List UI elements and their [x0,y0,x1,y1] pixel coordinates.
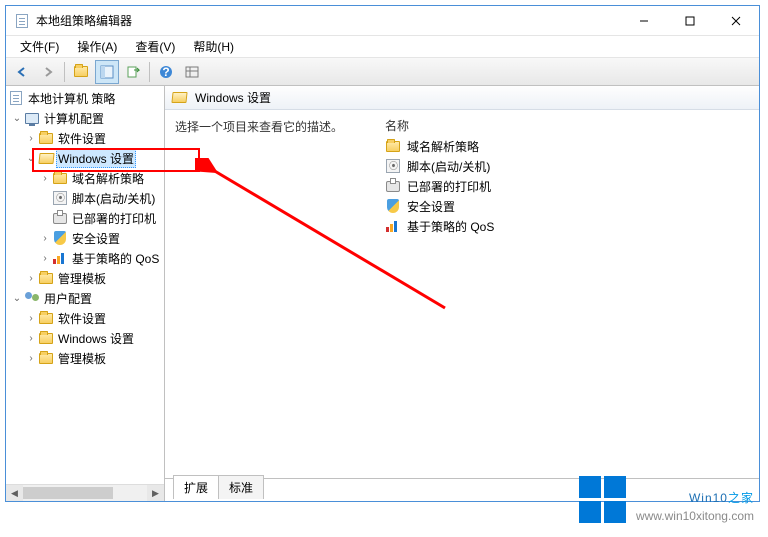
horizontal-scrollbar[interactable]: ◀ ▶ [6,484,164,501]
back-button[interactable] [10,60,34,84]
bars-icon [385,218,401,234]
scroll-track[interactable] [23,485,147,501]
window-title: 本地组策略编辑器 [36,12,621,29]
app-icon [14,13,30,29]
description-text: 选择一个项目来查看它的描述。 [175,120,343,134]
shield-icon [385,198,401,214]
content-header: Windows 设置 [165,86,759,110]
tree-root[interactable]: 本地计算机 策略 [6,88,164,108]
folder-open-icon [171,90,187,106]
tree-software-settings[interactable]: › 软件设置 [6,128,164,148]
computer-icon [24,110,40,126]
printer-icon [52,210,68,226]
policy-icon [8,90,24,106]
tree-computer-config[interactable]: ⌄ 计算机配置 [6,108,164,128]
tree-windows-settings[interactable]: ⌄ Windows 设置 [6,148,164,168]
export-button[interactable] [121,60,145,84]
expand-icon[interactable]: › [24,313,38,324]
close-button[interactable] [713,6,759,36]
watermark: Win10之家 www.win10xitong.com [579,476,754,523]
body-area: 本地计算机 策略 ⌄ 计算机配置 › 软件设置 ⌄ Windows 设置 [6,86,759,501]
content-body: 选择一个项目来查看它的描述。 名称 域名解析策略 脚本(启动/关机) [165,110,759,478]
menu-help[interactable]: 帮助(H) [185,36,242,57]
folder-icon [38,270,54,286]
tree-scripts[interactable]: 脚本(启动/关机) [6,188,164,208]
scroll-thumb[interactable] [23,487,113,499]
content-title: Windows 设置 [195,89,271,106]
toolbar: ? [6,58,759,86]
script-icon [385,158,401,174]
tree-software-settings-user[interactable]: › 软件设置 [6,308,164,328]
scroll-left-button[interactable]: ◀ [6,485,23,501]
tree-user-config[interactable]: ⌄ 用户配置 [6,288,164,308]
scroll-right-button[interactable]: ▶ [147,485,164,501]
folder-icon [38,330,54,346]
expand-icon[interactable]: › [24,353,38,364]
printer-icon [385,178,401,194]
menu-view[interactable]: 查看(V) [127,36,183,57]
up-level-button[interactable] [69,60,93,84]
tree-admin-templates-user[interactable]: › 管理模板 [6,348,164,368]
expand-icon[interactable]: › [24,273,38,284]
bars-icon [52,250,68,266]
tree-pane: 本地计算机 策略 ⌄ 计算机配置 › 软件设置 ⌄ Windows 设置 [6,86,165,501]
watermark-url: www.win10xitong.com [636,509,754,523]
maximize-button[interactable] [667,6,713,36]
expand-icon[interactable]: › [38,233,52,244]
collapse-icon[interactable]: ⌄ [10,293,24,304]
list-item[interactable]: 脚本(启动/关机) [375,156,759,176]
tree-qos[interactable]: › 基于策略的 QoS [6,248,164,268]
list-item[interactable]: 域名解析策略 [375,136,759,156]
expand-icon[interactable]: › [38,253,52,264]
column-header-name[interactable]: 名称 [375,114,759,136]
folder-icon [52,170,68,186]
list-column: 名称 域名解析策略 脚本(启动/关机) 已部署的打印机 [375,110,759,478]
tree-scroll[interactable]: 本地计算机 策略 ⌄ 计算机配置 › 软件设置 ⌄ Windows 设置 [6,86,164,484]
folder-open-icon [38,150,54,166]
expand-icon[interactable]: ⌄ [10,113,24,124]
content-pane: Windows 设置 选择一个项目来查看它的描述。 名称 域名解析策略 [165,86,759,501]
tree-security[interactable]: › 安全设置 [6,228,164,248]
shield-icon [52,230,68,246]
help-button[interactable]: ? [154,60,178,84]
filter-button[interactable] [180,60,204,84]
collapse-icon[interactable]: ⌄ [24,153,38,164]
menubar: 文件(F) 操作(A) 查看(V) 帮助(H) [6,36,759,58]
svg-text:?: ? [162,65,169,79]
expand-icon[interactable]: › [24,333,38,344]
toolbar-separator [64,62,65,82]
titlebar: 本地组策略编辑器 [6,6,759,36]
window-buttons [621,6,759,36]
tab-extended[interactable]: 扩展 [173,475,219,499]
tree-printers[interactable]: 已部署的打印机 [6,208,164,228]
description-column: 选择一个项目来查看它的描述。 [165,110,375,478]
folder-icon [38,350,54,366]
tree-admin-templates[interactable]: › 管理模板 [6,268,164,288]
menu-file[interactable]: 文件(F) [12,36,67,57]
folder-icon [38,310,54,326]
content-tabs: 扩展 标准 [173,475,264,499]
users-icon [24,290,40,306]
list-item[interactable]: 已部署的打印机 [375,176,759,196]
show-tree-button[interactable] [95,60,119,84]
folder-icon [385,138,401,154]
expand-icon[interactable]: › [24,133,38,144]
forward-button[interactable] [36,60,60,84]
menu-action[interactable]: 操作(A) [69,36,125,57]
watermark-brand: Win10之家 [636,477,754,509]
minimize-button[interactable] [621,6,667,36]
list-item[interactable]: 基于策略的 QoS [375,216,759,236]
windows-logo-icon [579,476,626,523]
list-item[interactable]: 安全设置 [375,196,759,216]
folder-icon [38,130,54,146]
tree-dns-policy[interactable]: › 域名解析策略 [6,168,164,188]
toolbar-separator [149,62,150,82]
app-window: 本地组策略编辑器 文件(F) 操作(A) 查看(V) 帮助(H) ? 本地计算机… [5,5,760,502]
tree-windows-settings-user[interactable]: › Windows 设置 [6,328,164,348]
expand-icon[interactable]: › [38,173,52,184]
script-icon [52,190,68,206]
tab-standard[interactable]: 标准 [218,475,264,499]
